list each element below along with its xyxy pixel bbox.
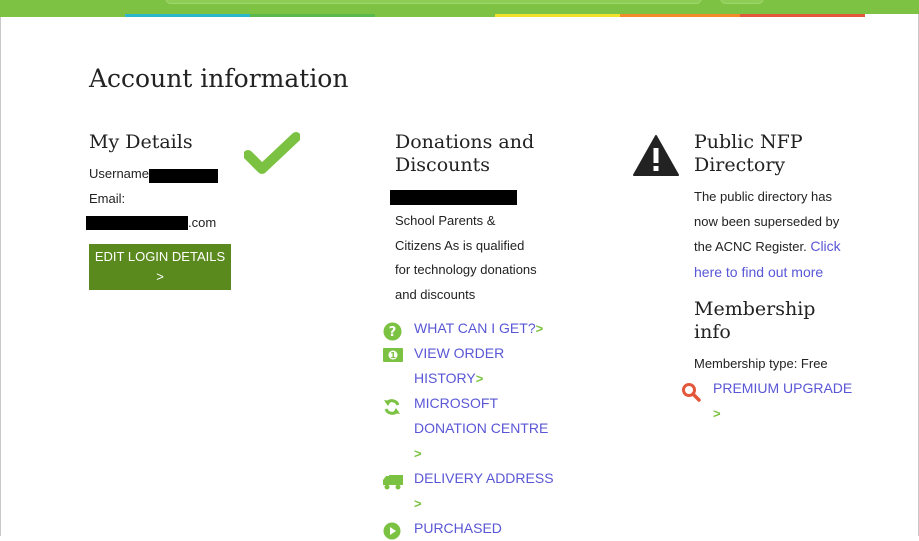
membership-title-line1: Membership [694, 298, 816, 320]
username-label: Username: [89, 166, 153, 181]
donations-desc-line: and discounts [395, 286, 476, 302]
svg-text:1: 1 [390, 351, 396, 360]
window-border-left [0, 0, 1, 536]
money-icon: 1 [383, 348, 403, 362]
header-stripe-4 [375, 14, 495, 17]
header-search-bar[interactable] [165, 0, 702, 4]
menu-item-label[interactable]: WHAT CAN I GET? [414, 320, 536, 336]
menu-item-label[interactable]: PURCHASED [414, 520, 502, 536]
donations-title-line2: Discounts [395, 154, 490, 176]
menu-item-what-can-i-get[interactable]: WHAT CAN I GET?> [414, 316, 543, 341]
email-label: Email: [89, 191, 126, 206]
menu-item-label[interactable]: MICROSOFT [414, 391, 548, 416]
membership-title-line2: info [694, 321, 731, 343]
menu-item-label[interactable]: DONATION CENTRE [414, 416, 548, 441]
header-search-button[interactable] [720, 0, 764, 4]
username-value-redacted [149, 169, 218, 183]
edit-login-details-button[interactable]: EDIT LOGIN DETAILS > [89, 244, 231, 290]
membership-type: Membership type: Free [694, 356, 828, 371]
organisation-name-redacted [390, 190, 517, 205]
chevron-right-icon: > [713, 406, 721, 421]
donations-description: School Parents & Citizens As is qualifie… [395, 209, 537, 307]
menu-item-label[interactable]: VIEW ORDER [414, 341, 504, 366]
directory-desc-line: the ACNC Register. [694, 239, 811, 254]
acnc-register-link-cont[interactable]: here to find out more [694, 264, 823, 280]
menu-item-label[interactable]: DELIVERY ADDRESS [414, 466, 554, 491]
warning-icon [633, 135, 679, 176]
header-stripe-1 [0, 14, 125, 17]
menu-item-microsoft-donation-centre[interactable]: MICROSOFT DONATION CENTRE > [414, 391, 548, 466]
menu-item-purchased[interactable]: PURCHASED [414, 516, 502, 541]
site-header [0, 0, 919, 14]
membership-title: Membership info [694, 298, 815, 344]
chevron-right-icon: > [414, 446, 422, 461]
donations-title: Donations and Discounts [395, 131, 534, 177]
menu-item-label[interactable]: HISTORY [414, 370, 476, 386]
menu-item-view-order-history[interactable]: VIEW ORDER HISTORY> [414, 341, 504, 391]
donations-desc-line: School Parents & [395, 213, 496, 228]
play-circle-icon [383, 522, 401, 540]
donations-desc-line: for technology donations [395, 262, 537, 277]
menu-item-delivery-address[interactable]: DELIVERY ADDRESS > [414, 466, 554, 516]
check-icon [244, 132, 300, 174]
header-stripe-2 [125, 14, 250, 17]
svg-text:?: ? [389, 325, 397, 340]
page-title: Account information [89, 64, 349, 93]
truck-icon [383, 475, 403, 490]
donations-desc-line: Citizens As is qualified [395, 237, 525, 253]
edit-login-details-label: EDIT LOGIN DETAILS [94, 249, 226, 264]
donations-title-line1: Donations and [395, 131, 535, 153]
header-stripe-7 [740, 14, 865, 17]
edit-login-details-chevron: > [156, 269, 164, 284]
directory-desc-line: now been superseded by [694, 213, 840, 229]
email-suffix: .com [188, 215, 217, 230]
directory-title-line2: Directory [694, 154, 786, 176]
header-stripe-3 [250, 14, 375, 17]
question-circle-icon: ? [383, 322, 402, 341]
premium-upgrade-link[interactable]: PREMIUM UPGRADE > [713, 376, 852, 426]
refresh-icon [384, 399, 400, 415]
header-stripe-6 [620, 14, 740, 17]
acnc-register-link[interactable]: Click [810, 238, 840, 254]
email-value-redacted [86, 216, 188, 230]
directory-title-line1: Public NFP [694, 131, 803, 153]
chevron-right-icon: > [414, 496, 422, 511]
chevron-right-icon: > [535, 321, 544, 336]
premium-upgrade-label[interactable]: PREMIUM UPGRADE [713, 376, 852, 401]
directory-title: Public NFP Directory [694, 131, 803, 177]
directory-desc-line: The public directory has [694, 189, 833, 204]
my-details-title: My Details [89, 131, 193, 153]
chevron-right-icon: > [475, 371, 484, 386]
search-icon [682, 383, 701, 402]
directory-description: The public directory has now been supers… [694, 185, 841, 285]
header-stripe-5 [495, 14, 620, 17]
